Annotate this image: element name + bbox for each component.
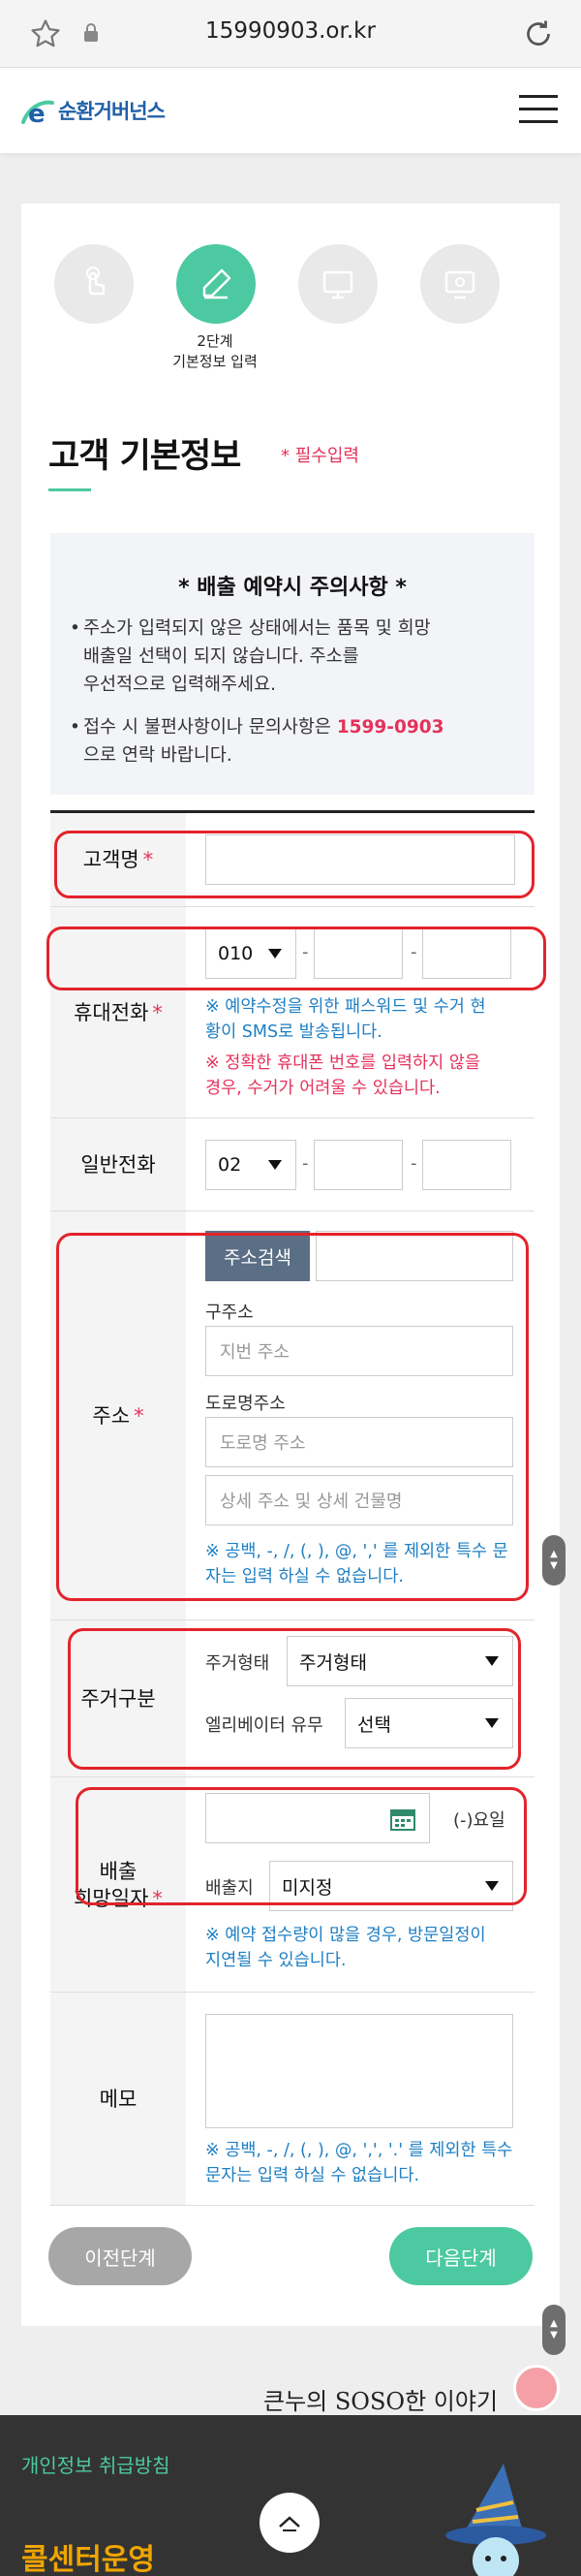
- housing-type-select[interactable]: 주거형태: [287, 1636, 513, 1686]
- chevron-up-icon: [279, 2516, 300, 2531]
- logo-e-icon: e: [21, 100, 54, 128]
- browser-address-bar: 15990903.or.kr: [0, 0, 581, 68]
- old-address-input[interactable]: 지번 주소: [205, 1326, 513, 1376]
- label-housing: 주거구분: [50, 1620, 186, 1776]
- mobile-sms-hint: ※ 예약수정을 위한 패스워드 및 수거 현 황이 SMS로 발송됩니다.: [205, 997, 486, 1042]
- row-mobile: 휴대전화 * 010 - - ※ 예약수정을 위한 패스워드 및 수거 현 황이 S…: [50, 907, 535, 1118]
- mobile-last-input[interactable]: [422, 928, 511, 979]
- phone-middle-input[interactable]: [314, 1140, 403, 1190]
- step-indicator: 2단계 기본정보 입력: [21, 204, 560, 388]
- label-date-line2: 희망일자: [74, 1886, 149, 1910]
- hamburger-menu-icon[interactable]: [519, 95, 558, 126]
- prev-step-button[interactable]: 이전단계: [48, 2227, 192, 2285]
- place-label: 배출지: [205, 1878, 254, 1899]
- row-phone: 일반전화 02 - -: [50, 1118, 535, 1211]
- scroll-to-top-button[interactable]: [260, 2493, 320, 2553]
- road-address-label: 도로명주소: [205, 1394, 286, 1414]
- mobile-prefix-select[interactable]: 010: [205, 928, 296, 979]
- old-address-label: 구주소: [205, 1303, 254, 1323]
- elevator-label: 엘리베이터 유무: [205, 1715, 323, 1736]
- zipcode-input[interactable]: [316, 1231, 513, 1281]
- wizard-mascot-icon: [445, 2464, 546, 2576]
- url-text[interactable]: 15990903.or.kr: [0, 18, 581, 44]
- title-underline: [48, 488, 91, 491]
- row-customer-name: 고객명 *: [50, 813, 535, 907]
- chat-bubble-icon[interactable]: [513, 2365, 560, 2411]
- contact-phone: 1599-0903: [336, 717, 444, 738]
- label-customer-name: 고객명: [82, 848, 139, 871]
- memo-char-hint: ※ 공백, -, /, (, ), @, ',', '.' 를 제외한 특수 문자…: [205, 2141, 513, 2185]
- label-date-line1: 배출: [99, 1859, 138, 1883]
- address-search-button[interactable]: 주소검색: [205, 1231, 310, 1281]
- active-step-label: 2단계 기본정보 입력: [172, 332, 258, 370]
- notice-title: * 배출 예약시 주의사항 *: [178, 576, 407, 600]
- weekday-text: (-)요일: [453, 1810, 505, 1831]
- label-address: 주소: [92, 1403, 131, 1428]
- mobile-middle-input[interactable]: [314, 928, 403, 979]
- step-2-pen-icon: [176, 244, 256, 324]
- date-delay-hint: ※ 예약 접수량이 많을 경우, 방문일정이 지연될 수 있습니다.: [205, 1926, 486, 1970]
- logo-text: 순환거버넌스: [58, 100, 166, 123]
- footer: 개인정보 취급방침 콜센터운영: [0, 2415, 581, 2576]
- detail-address-input[interactable]: 상세 주소 및 상세 건물명: [205, 1475, 513, 1525]
- step-4-computer-icon: [420, 244, 500, 324]
- step-3-monitor-icon: [298, 244, 378, 324]
- place-select[interactable]: 미지정: [269, 1861, 513, 1911]
- memo-textarea[interactable]: [205, 2014, 513, 2128]
- label-phone: 일반전화: [50, 1118, 186, 1210]
- step-1-hand-icon: [54, 244, 134, 324]
- required-note: * 필수입력: [281, 446, 359, 466]
- svg-text:e: e: [28, 100, 46, 128]
- row-housing: 주거구분 주거형태 주거형태 엘리베이터 유무 선택: [50, 1620, 535, 1777]
- soso-story-title: 큰누의 SOSO한 이야기: [263, 2388, 499, 2415]
- next-step-button[interactable]: 다음단계: [389, 2227, 533, 2285]
- privacy-policy-link[interactable]: 개인정보 취급방침: [21, 2450, 170, 2478]
- elevator-select[interactable]: 선택: [345, 1698, 513, 1748]
- scroll-handle-top[interactable]: ▲ ▼: [542, 1535, 566, 1586]
- row-memo: 메모 ※ 공백, -, /, (, ), @, ',', '.' 를 제외한 특…: [50, 1993, 535, 2206]
- row-discharge-date: 배출 희망일자 * (-)요일 배출지 미지정 ※ 예약 접수량이 많을 경우, 방…: [50, 1777, 535, 1993]
- road-address-input[interactable]: 도로명 주소: [205, 1417, 513, 1467]
- site-header: e 순환거버넌스: [0, 68, 581, 153]
- notice-item-contact: • 접수 시 불편사항이나 문의사항은 1599-0903 으로 연락 바랍니다…: [70, 717, 444, 766]
- row-address: 주소 * 주소검색 구주소 지번 주소 도로명주소 도로명 주소 상세 주소 및 …: [50, 1211, 535, 1620]
- housing-type-label: 주거형태: [205, 1653, 270, 1674]
- customer-name-input[interactable]: [205, 834, 515, 885]
- site-logo[interactable]: e 순환거버넌스: [19, 93, 166, 128]
- reload-icon[interactable]: [521, 16, 556, 51]
- address-char-hint: ※ 공백, -, /, (, ), @, ',' 를 제외한 특수 문 자는 입력…: [205, 1542, 508, 1586]
- scroll-handle-bottom[interactable]: ▲ ▼: [542, 2305, 566, 2355]
- phone-prefix-select[interactable]: 02: [205, 1140, 296, 1190]
- notice-box: * 배출 예약시 주의사항 * • 주소가 입력되지 않은 상태에서는 품목 및…: [50, 533, 535, 795]
- phone-last-input[interactable]: [422, 1140, 511, 1190]
- call-center-title: 콜센터운영: [21, 2543, 155, 2576]
- label-mobile: 휴대전화: [74, 1000, 149, 1024]
- reservation-form-card: 2단계 기본정보 입력 고객 기본정보 * 필수입력 * 배출 예약시 주의사항…: [21, 204, 560, 2326]
- mobile-accuracy-hint: ※ 정확한 휴대폰 번호를 입력하지 않을 경우, 수거가 어려울 수 있습니다.: [205, 1053, 480, 1098]
- label-memo: 메모: [50, 1993, 186, 2205]
- notice-item-address: • 주소가 입력되지 않은 상태에서는 품목 및 희망 배출일 선택이 되지 않…: [70, 618, 431, 695]
- page-title: 고객 기본정보: [48, 437, 241, 476]
- calendar-icon[interactable]: [389, 1806, 416, 1832]
